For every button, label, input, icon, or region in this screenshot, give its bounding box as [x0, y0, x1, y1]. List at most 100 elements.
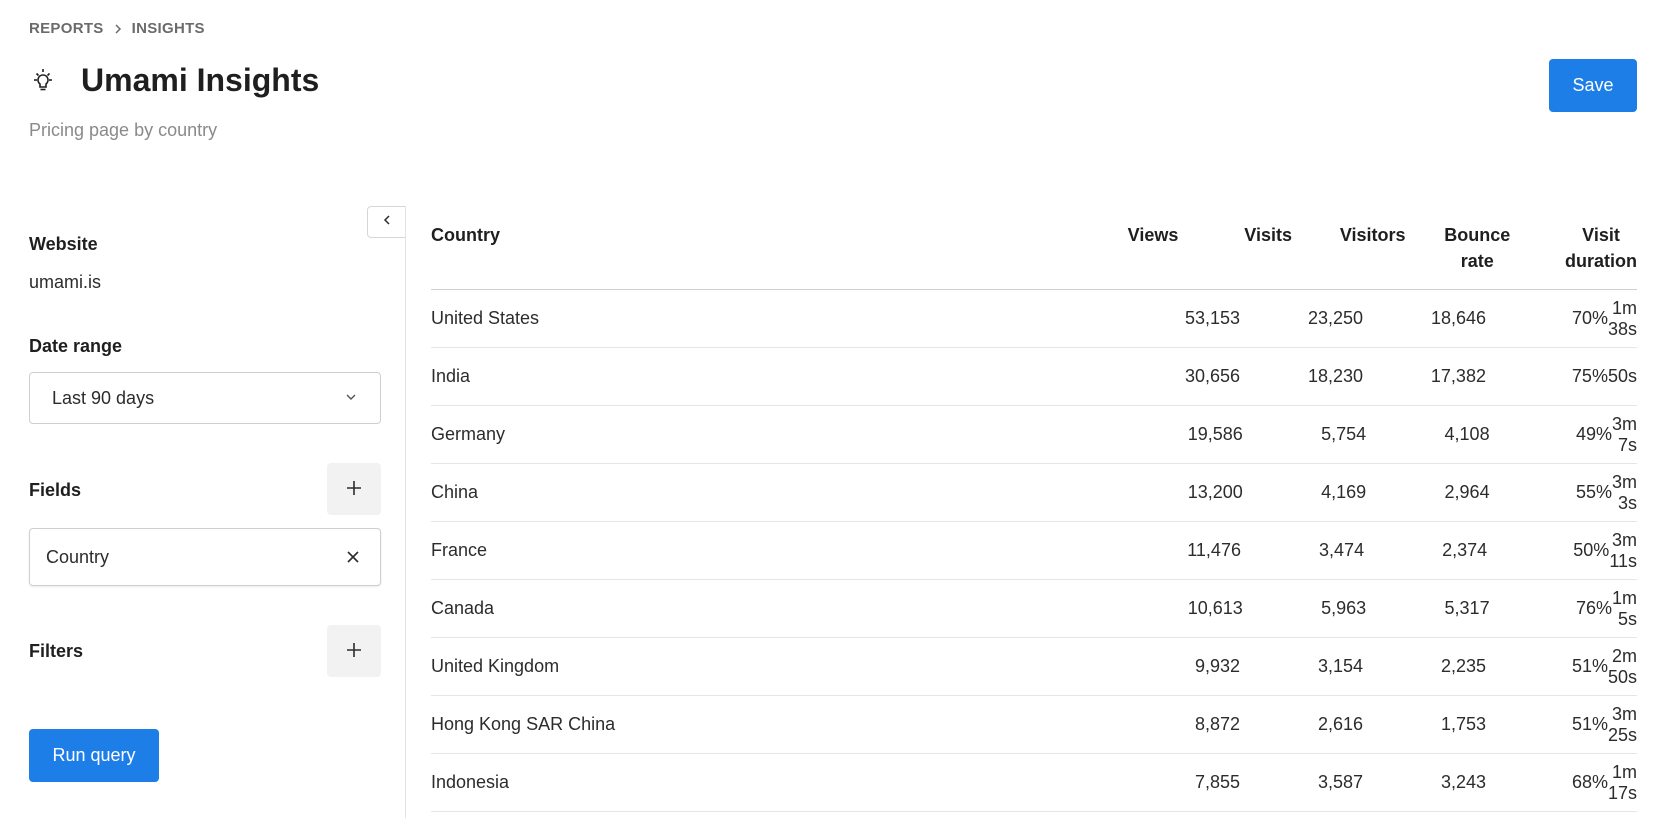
filters-label: Filters	[29, 641, 84, 661]
cell-visits: 23,250	[1307, 308, 1364, 328]
page-title: Umami Insights	[81, 62, 320, 98]
cell-visitors: 3,243	[1440, 772, 1486, 792]
cell-bounce-rate: 51%	[1571, 714, 1608, 734]
date-range-value: Last 90 days	[52, 387, 155, 408]
date-range-select[interactable]: Last 90 days	[29, 372, 381, 424]
cell-bounce-rate: 70%	[1571, 308, 1608, 328]
close-icon[interactable]	[342, 546, 364, 568]
cell-visits: 4,169	[1321, 482, 1367, 502]
table-row[interactable]: United Kingdom 9,932 3,154 2,235 51% 2m 50s	[431, 638, 1637, 696]
cell-views: 19,586	[1187, 424, 1243, 444]
field-chip-country: Country	[29, 528, 381, 586]
cell-visits: 18,230	[1307, 366, 1363, 386]
table-row[interactable]: India 30,656 18,230 17,382 75% 50s	[431, 348, 1637, 406]
column-header-visits[interactable]: Visits	[1178, 222, 1292, 248]
cell-bounce-rate: 76%	[1575, 598, 1612, 618]
cell-visits: 5,963	[1321, 598, 1367, 618]
cell-bounce-rate: 49%	[1575, 424, 1612, 444]
run-query-button[interactable]: Run query	[29, 729, 159, 782]
date-range-label: Date range	[29, 336, 123, 356]
breadcrumb: REPORTS INSIGHTS	[29, 20, 205, 37]
save-button[interactable]: Save	[1549, 59, 1637, 112]
column-header-views[interactable]: Views	[1066, 222, 1179, 248]
cell-visit-duration: 3m 3s	[1611, 471, 1637, 513]
cell-visitors: 2,964	[1444, 482, 1490, 502]
cell-visit-duration: 1m 5s	[1611, 587, 1637, 629]
cell-views: 10,613	[1187, 598, 1243, 618]
table-row[interactable]: Hong Kong SAR China 8,872 2,616 1,753 51% 3m …	[431, 696, 1637, 754]
plus-icon	[345, 641, 363, 662]
table-row[interactable]: United States 53,153 23,250 18,646 70% 1m 38s	[431, 290, 1637, 348]
chevron-down-icon	[344, 388, 358, 409]
column-header-country[interactable]: Country	[431, 222, 1066, 248]
cell-visits: 5,754	[1321, 424, 1367, 444]
page-header: Umami Insights	[29, 62, 319, 99]
table-row[interactable]: Germany 19,586 5,754 4,108 49% 3m 7s	[431, 406, 1637, 464]
cell-country: United States	[431, 308, 540, 328]
website-value: umami.is	[29, 272, 102, 292]
cell-visit-duration: 3m 25s	[1608, 703, 1638, 745]
results-table: Country Views Visits Visitors Bounce rat…	[431, 206, 1637, 812]
cell-visitors: 17,382	[1430, 366, 1486, 386]
add-filter-button[interactable]	[327, 625, 381, 677]
cell-country: France	[431, 540, 488, 560]
cell-views: 9,932	[1195, 656, 1241, 676]
field-chip-label: Country	[46, 546, 110, 567]
lightbulb-icon	[29, 67, 57, 95]
cell-bounce-rate: 51%	[1571, 656, 1608, 676]
chevron-left-icon	[381, 213, 393, 231]
cell-visit-duration: 3m 11s	[1609, 529, 1637, 571]
table-row[interactable]: France 11,476 3,474 2,374 50% 3m 11s	[431, 522, 1637, 580]
breadcrumb-reports[interactable]: REPORTS	[29, 20, 104, 37]
cell-views: 30,656	[1184, 366, 1241, 386]
cell-visitors: 1,753	[1440, 714, 1486, 734]
cell-bounce-rate: 75%	[1571, 366, 1608, 386]
cell-views: 11,476	[1187, 540, 1241, 560]
cell-visitors: 5,317	[1444, 598, 1490, 618]
cell-views: 7,855	[1195, 772, 1241, 792]
table-body: United States 53,153 23,250 18,646 70% 1m 38s…	[431, 290, 1637, 812]
add-field-button[interactable]	[327, 463, 381, 515]
column-header-bounce-rate[interactable]: Bounce rate	[1406, 222, 1521, 274]
website-label: Website	[29, 234, 98, 254]
cell-country: Hong Kong SAR China	[431, 714, 616, 734]
chevron-right-icon	[112, 23, 124, 35]
fields-label: Fields	[29, 480, 82, 500]
table-header: Country Views Visits Visitors Bounce rat…	[431, 206, 1637, 290]
cell-country: China	[431, 482, 479, 502]
table-row[interactable]: China 13,200 4,169 2,964 55% 3m 3s	[431, 464, 1637, 522]
cell-visitors: 4,108	[1444, 424, 1490, 444]
cell-visitors: 2,235	[1440, 656, 1486, 676]
cell-bounce-rate: 68%	[1571, 772, 1608, 792]
page-description: Pricing page by country	[29, 120, 218, 140]
cell-country: Indonesia	[431, 772, 510, 792]
panel-divider	[405, 206, 406, 818]
breadcrumb-insights[interactable]: INSIGHTS	[132, 20, 205, 37]
cell-country: Germany	[431, 424, 506, 444]
cell-visits: 3,587	[1317, 772, 1364, 792]
cell-views: 8,872	[1195, 714, 1241, 734]
cell-views: 13,200	[1187, 482, 1243, 502]
cell-country: Canada	[431, 598, 495, 618]
cell-visitors: 2,374	[1442, 540, 1488, 560]
cell-country: United Kingdom	[431, 656, 560, 676]
cell-country: India	[431, 366, 471, 386]
cell-bounce-rate: 55%	[1575, 482, 1612, 502]
cell-visit-duration: 3m 7s	[1611, 413, 1637, 455]
plus-icon	[345, 479, 363, 500]
table-row[interactable]: Indonesia 7,855 3,587 3,243 68% 1m 17s	[431, 754, 1637, 812]
cell-visit-duration: 2m 50s	[1608, 645, 1638, 687]
collapse-sidebar-button[interactable]	[367, 206, 405, 238]
cell-visitors: 18,646	[1430, 308, 1486, 328]
cell-bounce-rate: 50%	[1573, 540, 1610, 560]
column-header-visitors[interactable]: Visitors	[1292, 222, 1406, 248]
cell-visits: 3,474	[1319, 540, 1365, 560]
cell-visits: 2,616	[1317, 714, 1364, 734]
cell-visit-duration: 1m 38s	[1608, 297, 1638, 339]
column-header-visit-duration[interactable]: Visit duration	[1521, 222, 1637, 274]
cell-views: 53,153	[1185, 308, 1241, 328]
cell-visit-duration: 1m 17s	[1608, 761, 1638, 803]
cell-visit-duration: 50s	[1607, 366, 1637, 386]
cell-visits: 3,154	[1317, 656, 1364, 676]
table-row[interactable]: Canada 10,613 5,963 5,317 76% 1m 5s	[431, 580, 1637, 638]
